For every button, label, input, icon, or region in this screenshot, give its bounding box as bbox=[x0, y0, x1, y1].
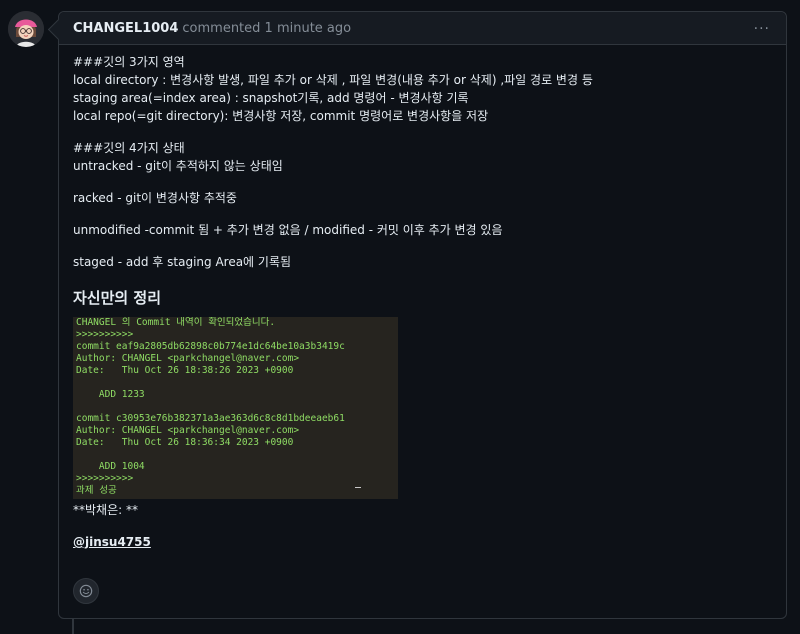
comment-header: CHANGEL1004 commented 1 minute ago ··· bbox=[59, 12, 786, 45]
section-heading: 자신만의 정리 bbox=[73, 289, 162, 307]
user-avatar-image bbox=[8, 11, 44, 47]
avatar[interactable] bbox=[8, 11, 44, 47]
kebab-icon[interactable]: ··· bbox=[754, 21, 770, 37]
terminal-line: Date: Thu Oct 26 18:38:26 2023 +0900 bbox=[76, 365, 294, 376]
comment-body: ###깃의 3가지 영역 local directory : 변경사항 발생, … bbox=[59, 45, 786, 551]
smiley-icon bbox=[79, 584, 93, 598]
add-reaction-button[interactable] bbox=[73, 578, 99, 604]
terminal-line: commit eaf9a2805db62898c0b774e1dc64be10a… bbox=[76, 341, 345, 352]
states-racked: racked - git이 변경사항 추적중 bbox=[73, 191, 237, 205]
terminal-line: >>>>>>>>>> bbox=[76, 473, 134, 484]
states-staged: staged - add 후 staging Area에 기록됨 bbox=[73, 255, 292, 269]
terminal-line: ADD 1004 bbox=[76, 461, 145, 472]
terminal-line: commit c30953e76b382371a3ae363d6c8c8d1bd… bbox=[76, 413, 345, 424]
section-states: ###깃의 4가지 상태 untracked - git이 추적하지 않는 상태… bbox=[73, 139, 772, 175]
areas-line-3: local repo(=git directory): 변경사항 저장, com… bbox=[73, 109, 489, 123]
areas-line-1: local directory : 변경사항 발생, 파일 추가 or 삭제 ,… bbox=[73, 73, 593, 87]
section-states-title: ###깃의 4가지 상태 bbox=[73, 141, 185, 155]
terminal-cursor bbox=[355, 487, 361, 488]
mention-wrapper: @jinsu4755 bbox=[73, 533, 772, 551]
terminal-line: Author: CHANGEL <parkchangel@naver.com> bbox=[76, 425, 300, 436]
states-untracked: untracked - git이 추적하지 않는 상태임 bbox=[73, 159, 283, 173]
terminal-line: ADD 1233 bbox=[76, 389, 145, 400]
user-mention-link[interactable]: @jinsu4755 bbox=[73, 535, 151, 549]
terminal-lines: CHANGEL 의 Commit 내역이 확인되었습니다. >>>>>>>>>> c… bbox=[76, 317, 395, 497]
comment-timestamp[interactable]: commented 1 minute ago bbox=[182, 21, 351, 36]
terminal-screenshot: CHANGEL 의 Commit 내역이 확인되었습니다. >>>>>>>>>> c… bbox=[73, 317, 398, 499]
terminal-line: Author: CHANGEL <parkchangel@naver.com> bbox=[76, 353, 300, 364]
areas-line-2: staging area(=index area) : snapshot기록, … bbox=[73, 91, 469, 105]
states-unmodified: unmodified -commit 됨 + 추가 변경 없음 / modifi… bbox=[73, 223, 503, 237]
comment-box: CHANGEL1004 commented 1 minute ago ··· #… bbox=[58, 11, 787, 619]
comment-author[interactable]: CHANGEL1004 bbox=[73, 21, 178, 36]
section-areas-title: ###깃의 3가지 영역 bbox=[73, 55, 185, 69]
terminal-line: 과제 성공 bbox=[76, 485, 117, 496]
section-areas: ###깃의 3가지 영역 local directory : 변경사항 발생, … bbox=[73, 53, 772, 125]
page: CHANGEL1004 commented 1 minute ago ··· #… bbox=[0, 0, 800, 634]
terminal-line: CHANGEL 의 Commit 내역이 확인되었습니다. bbox=[76, 317, 276, 328]
bold-line: **박채은: ** bbox=[73, 503, 138, 517]
terminal-line: >>>>>>>>>> bbox=[76, 329, 134, 340]
terminal-line: Date: Thu Oct 26 18:36:34 2023 +0900 bbox=[76, 437, 294, 448]
timeline-connector bbox=[72, 619, 74, 634]
